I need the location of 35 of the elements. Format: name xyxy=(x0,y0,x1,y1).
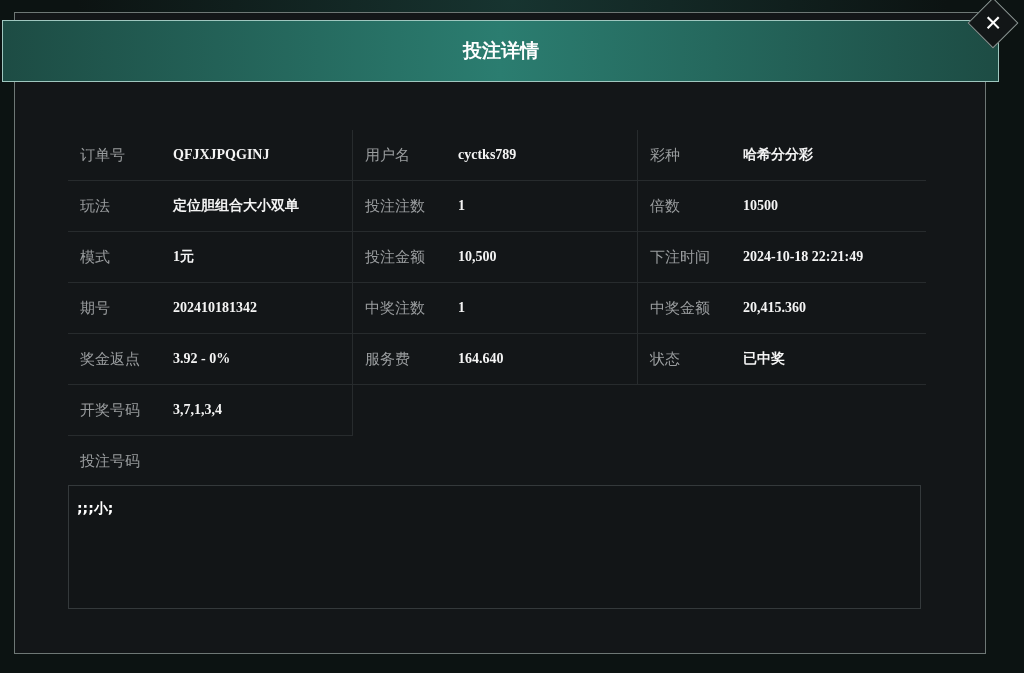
field-value: 202410181342 xyxy=(173,300,257,316)
field-label: 订单号 xyxy=(80,145,126,165)
field-value: 10,500 xyxy=(458,249,497,265)
field-value: 3,7,1,3,4 xyxy=(173,402,222,418)
bet-numbers-box: ;;;小; xyxy=(68,485,921,609)
field-value: 定位胆组合大小双单 xyxy=(173,197,299,215)
field-value: 3.92 - 0% xyxy=(173,351,231,367)
field-value: 1 xyxy=(458,198,465,214)
field-label: 玩法 xyxy=(80,196,111,216)
field-value: 1 xyxy=(458,300,465,316)
field-label: 服务费 xyxy=(365,349,411,369)
field-label: 中奖注数 xyxy=(365,298,426,318)
field-label: 中奖金额 xyxy=(650,298,711,318)
field-label: 奖金返点 xyxy=(80,349,141,369)
field-value: 2024-10-18 22:21:49 xyxy=(743,249,864,265)
field-label: 期号 xyxy=(80,298,111,318)
field-label: 模式 xyxy=(80,247,111,267)
field-value: cyctks789 xyxy=(458,147,517,163)
field-value: 164.640 xyxy=(458,351,504,367)
field-value: 10500 xyxy=(743,198,778,214)
field-value: 哈希分分彩 xyxy=(743,146,813,164)
field-label: 下注时间 xyxy=(650,247,711,267)
dialog-title: 投注详情 xyxy=(462,38,539,63)
field-label: 彩种 xyxy=(650,145,681,165)
field-label: 开奖号码 xyxy=(80,400,141,420)
field-value: 1元 xyxy=(173,248,194,266)
field-value: 20,415.360 xyxy=(743,300,806,316)
field-label: 倍数 xyxy=(650,196,681,216)
field-label: 状态 xyxy=(650,349,681,369)
field-label: 投注金额 xyxy=(365,247,426,267)
field-label: 投注号码 xyxy=(80,452,140,471)
field-label: 投注注数 xyxy=(365,196,426,216)
field-value: 已中奖 xyxy=(743,350,785,368)
field-label: 用户名 xyxy=(365,145,411,165)
field-value: QFJXJPQGINJ xyxy=(173,147,270,163)
